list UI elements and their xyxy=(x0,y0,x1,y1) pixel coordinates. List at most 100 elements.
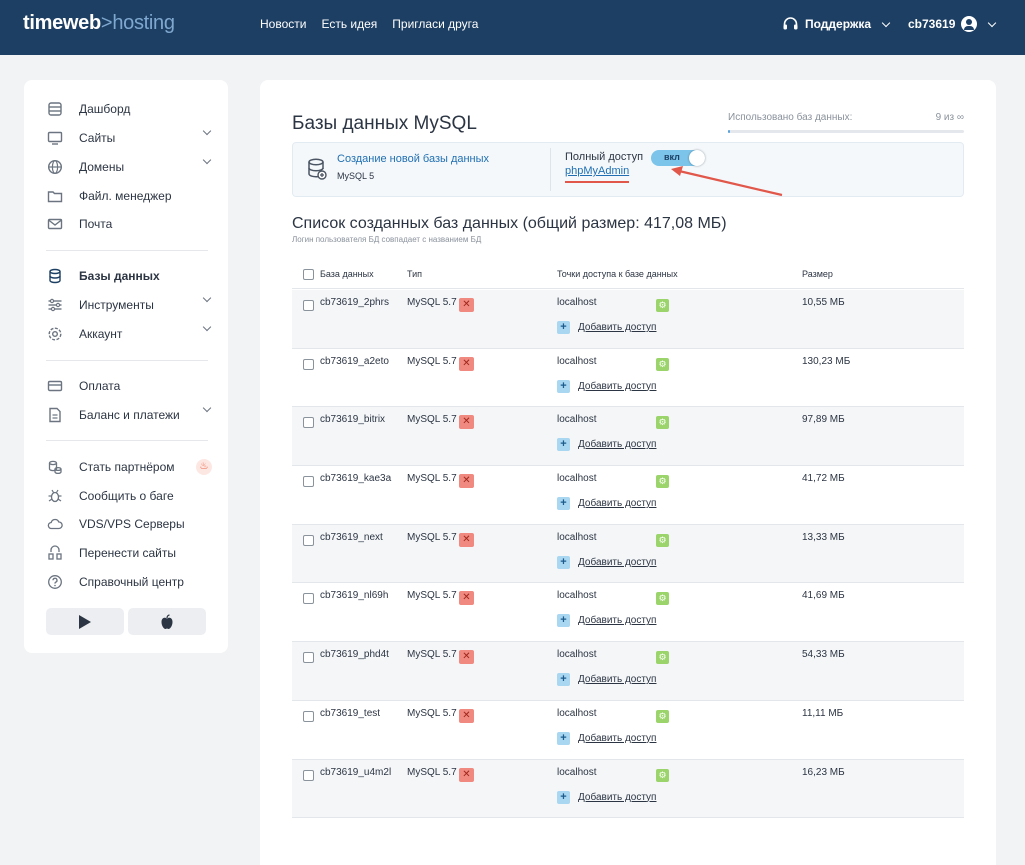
sidebar-item-balance[interactable]: Баланс и платежи xyxy=(46,403,212,426)
sidebar-item-partner[interactable]: Стать партнёром ♨ xyxy=(46,456,212,478)
settings-icon[interactable]: ⚙ xyxy=(656,768,669,782)
delete-icon[interactable]: ✕ xyxy=(459,298,474,312)
sidebar-divider xyxy=(46,360,208,361)
app-store-button[interactable] xyxy=(128,608,206,635)
settings-icon[interactable]: ⚙ xyxy=(656,709,669,723)
add-access-button[interactable]: + Добавить доступ xyxy=(557,438,656,452)
row-checkbox[interactable] xyxy=(303,652,314,664)
sidebar-item-transfer[interactable]: Перенести сайты xyxy=(46,542,212,564)
delete-icon[interactable]: ✕ xyxy=(459,532,474,547)
delete-icon[interactable]: ✕ xyxy=(459,415,474,430)
logo[interactable]: timeweb>hosting xyxy=(23,12,175,35)
user-avatar-icon xyxy=(961,16,978,32)
add-access-button[interactable]: + Добавить доступ xyxy=(557,555,656,569)
row-checkbox[interactable] xyxy=(303,476,314,488)
db-type: MySQL 5.7 xyxy=(407,414,457,426)
row-checkbox[interactable] xyxy=(303,417,314,429)
sidebar-item-label: Баланс и платежи xyxy=(79,408,180,422)
delete-icon[interactable]: ✕ xyxy=(459,767,474,782)
select-all-checkbox[interactable] xyxy=(303,269,314,280)
sidebar: Дашборд Сайты Домены Файл. менеджер Почт… xyxy=(24,80,228,653)
row-checkbox[interactable] xyxy=(303,300,314,311)
sidebar-item-mail[interactable]: Почта xyxy=(46,213,212,235)
create-db-box: Создание новой базы данных MySQL 5 Полны… xyxy=(292,142,964,197)
row-checkbox[interactable] xyxy=(303,358,314,370)
row-checkbox[interactable] xyxy=(303,593,314,605)
sidebar-item-label: Домены xyxy=(79,160,125,174)
row-checkbox[interactable] xyxy=(303,769,314,781)
row-checkbox[interactable] xyxy=(303,534,314,546)
support-menu[interactable]: Поддержка xyxy=(782,16,891,32)
row-checkbox[interactable] xyxy=(303,710,314,722)
sidebar-item-label: Стать партнёром xyxy=(79,460,175,474)
add-access-button[interactable]: + Добавить доступ xyxy=(557,731,656,745)
sidebar-item-tools[interactable]: Инструменты xyxy=(46,293,212,316)
sidebar-item-vds[interactable]: VDS/VPS Серверы xyxy=(46,513,212,535)
add-access-button[interactable]: + Добавить доступ xyxy=(557,497,656,511)
add-access-button[interactable]: + Добавить доступ xyxy=(557,614,656,628)
sidebar-item-label: Инструменты xyxy=(79,298,154,312)
db-host: localhost xyxy=(557,590,597,602)
add-access-button[interactable]: + Добавить доступ xyxy=(557,379,656,393)
user-menu[interactable]: cb73619 xyxy=(908,16,997,32)
sidebar-divider xyxy=(46,440,208,441)
db-type: MySQL 5.7 xyxy=(407,649,457,661)
google-play-button[interactable] xyxy=(46,608,124,635)
add-access-button[interactable]: + Добавить доступ xyxy=(557,321,656,334)
sidebar-item-report-bug[interactable]: Сообщить о баге xyxy=(46,485,212,507)
delete-icon[interactable]: ✕ xyxy=(459,650,474,665)
card-icon xyxy=(46,377,64,395)
create-db-link[interactable]: Создание новой базы данных xyxy=(337,153,489,165)
db-name: cb73619_a2eto xyxy=(320,355,389,367)
db-usage: Использовано баз данных: 9 из ∞ xyxy=(728,112,964,133)
db-name: cb73619_2phrs xyxy=(320,297,389,308)
nav-idea[interactable]: Есть идея xyxy=(321,17,377,31)
settings-icon[interactable]: ⚙ xyxy=(656,416,669,430)
db-type: MySQL 5.7 xyxy=(407,297,457,308)
delete-icon[interactable]: ✕ xyxy=(459,356,474,371)
settings-icon[interactable]: ⚙ xyxy=(656,475,669,489)
logo-separator: > xyxy=(100,12,113,34)
settings-icon[interactable]: ⚙ xyxy=(656,592,669,606)
document-icon xyxy=(46,406,64,424)
nav-news[interactable]: Новости xyxy=(260,17,306,31)
db-host: localhost xyxy=(557,707,597,719)
db-type: MySQL 5.7 xyxy=(407,355,457,367)
sidebar-item-dashboard[interactable]: Дашборд xyxy=(46,98,212,120)
add-access-button[interactable]: + Добавить доступ xyxy=(557,673,656,687)
sidebar-item-domains[interactable]: Домены xyxy=(46,155,212,178)
settings-icon[interactable]: ⚙ xyxy=(656,651,669,665)
cloud-icon xyxy=(46,515,64,533)
add-access-button[interactable]: + Добавить доступ xyxy=(557,790,656,804)
phpmyadmin-link[interactable]: phpMyAdmin xyxy=(565,165,629,177)
sliders-icon xyxy=(46,296,64,314)
main-panel: Базы данных MySQL Использовано баз данны… xyxy=(260,80,996,865)
plus-icon: + xyxy=(557,438,570,452)
add-access-label: Добавить доступ xyxy=(578,322,657,333)
delete-icon[interactable]: ✕ xyxy=(459,474,474,489)
settings-icon[interactable]: ⚙ xyxy=(656,533,669,547)
chevron-down-icon xyxy=(202,403,212,413)
db-name: cb73619_kae3a xyxy=(320,473,392,485)
sidebar-item-databases[interactable]: Базы данных xyxy=(46,265,212,287)
db-host: localhost xyxy=(557,297,597,308)
list-subtitle: Логин пользователя БД совпадает с назван… xyxy=(292,235,482,244)
gear-icon xyxy=(46,325,64,343)
table-row: cb73619_nl69h MySQL 5.7 ✕ localhost ⚙ 41… xyxy=(292,583,964,643)
sidebar-item-label: Оплата xyxy=(79,379,121,393)
sidebar-item-sites[interactable]: Сайты xyxy=(46,126,212,149)
sidebar-item-label: VDS/VPS Серверы xyxy=(79,517,185,531)
nav-invite[interactable]: Пригласи друга xyxy=(392,17,478,31)
settings-icon[interactable]: ⚙ xyxy=(656,299,669,312)
sidebar-item-account[interactable]: Аккаунт xyxy=(46,322,212,345)
apple-icon xyxy=(161,613,173,629)
sidebar-item-payment[interactable]: Оплата xyxy=(46,375,212,397)
transfer-icon xyxy=(46,544,64,562)
db-host: localhost xyxy=(557,531,597,543)
sidebar-item-help[interactable]: Справочный центр xyxy=(46,571,212,593)
sidebar-item-file-manager[interactable]: Файл. менеджер xyxy=(46,185,212,207)
settings-icon[interactable]: ⚙ xyxy=(656,357,669,371)
folder-icon xyxy=(46,187,64,205)
delete-icon[interactable]: ✕ xyxy=(459,591,474,606)
delete-icon[interactable]: ✕ xyxy=(459,708,474,723)
